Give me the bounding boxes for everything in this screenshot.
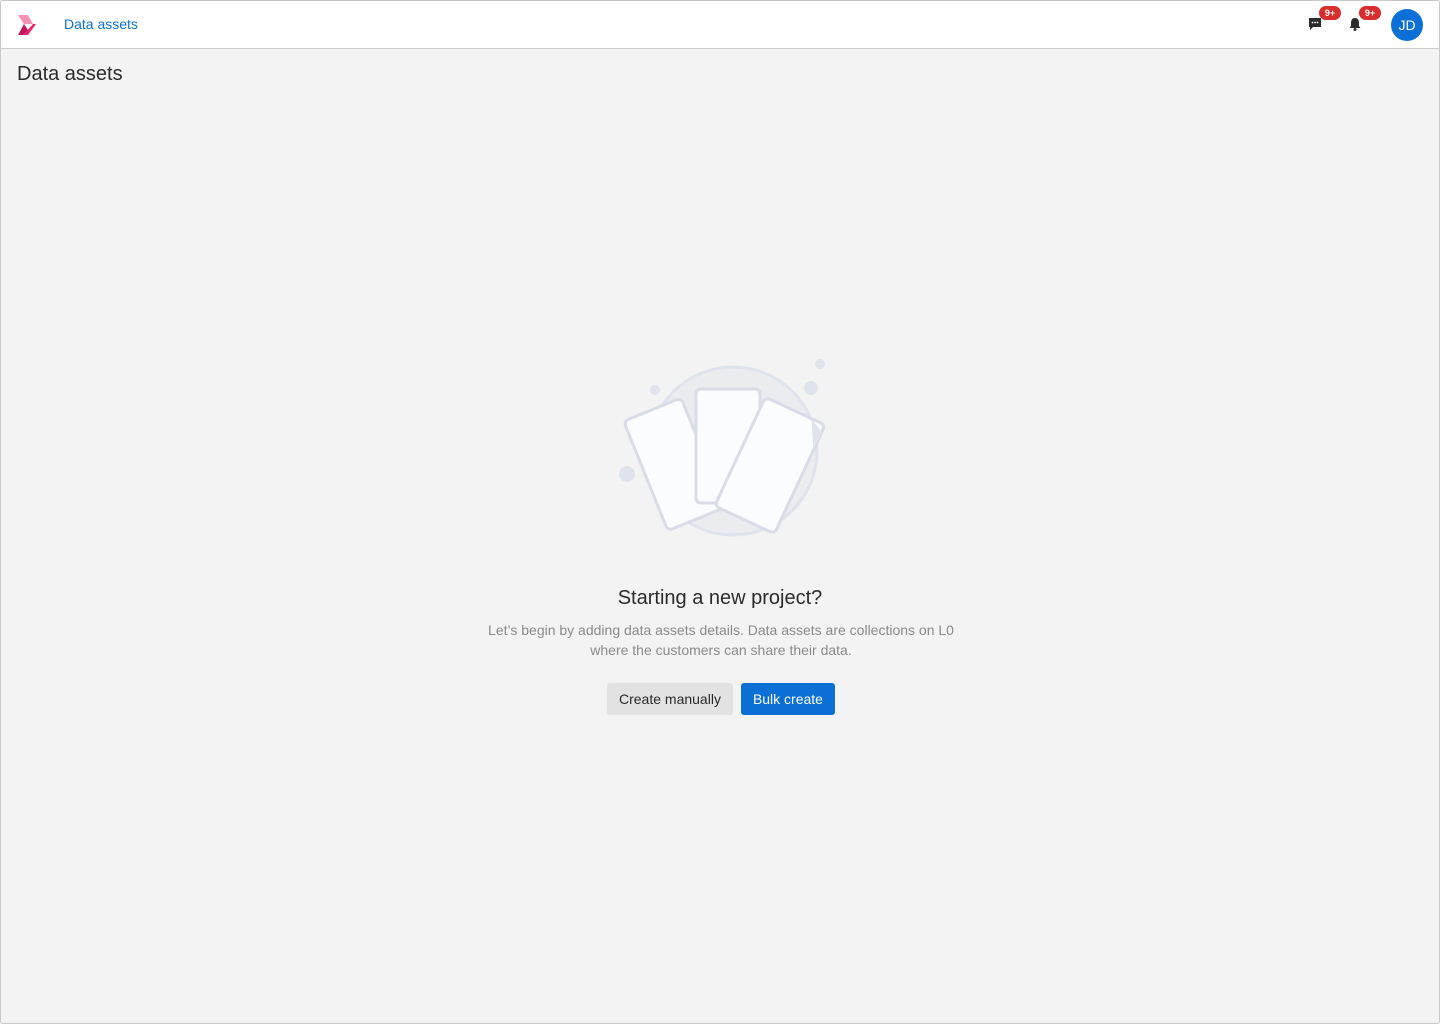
page-title: Data assets <box>17 63 123 85</box>
messages-badge: 9+ <box>1319 6 1341 20</box>
breadcrumb-data-assets[interactable]: Data assets <box>64 16 138 32</box>
app-logo-icon[interactable] <box>16 13 38 37</box>
app-window: Data assets 9+ 9+ JD Data assets Startin… <box>0 0 1440 1024</box>
chat-icon <box>1309 18 1321 30</box>
empty-state-actions: Create manually Bulk create <box>607 683 835 715</box>
bulk-create-button[interactable]: Bulk create <box>740 683 835 715</box>
messages-button[interactable]: 9+ <box>1305 6 1341 39</box>
top-bar: Data assets 9+ 9+ JD <box>1 1 1439 49</box>
bell-icon <box>1349 18 1361 31</box>
notifications-button[interactable]: 9+ <box>1345 6 1381 39</box>
empty-state-description-line-1: Let’s begin by adding data assets detail… <box>488 622 954 638</box>
user-avatar[interactable]: JD <box>1391 9 1423 41</box>
notifications-badge: 9+ <box>1359 6 1381 20</box>
empty-state-description-line-2: where the customers can share their data… <box>590 642 852 658</box>
create-manually-button[interactable]: Create manually <box>607 683 733 715</box>
empty-state-title: Starting a new project? <box>617 587 823 609</box>
empty-state-description: Let’s begin by adding data assets detail… <box>471 620 971 660</box>
empty-documents-illustration <box>619 359 826 537</box>
